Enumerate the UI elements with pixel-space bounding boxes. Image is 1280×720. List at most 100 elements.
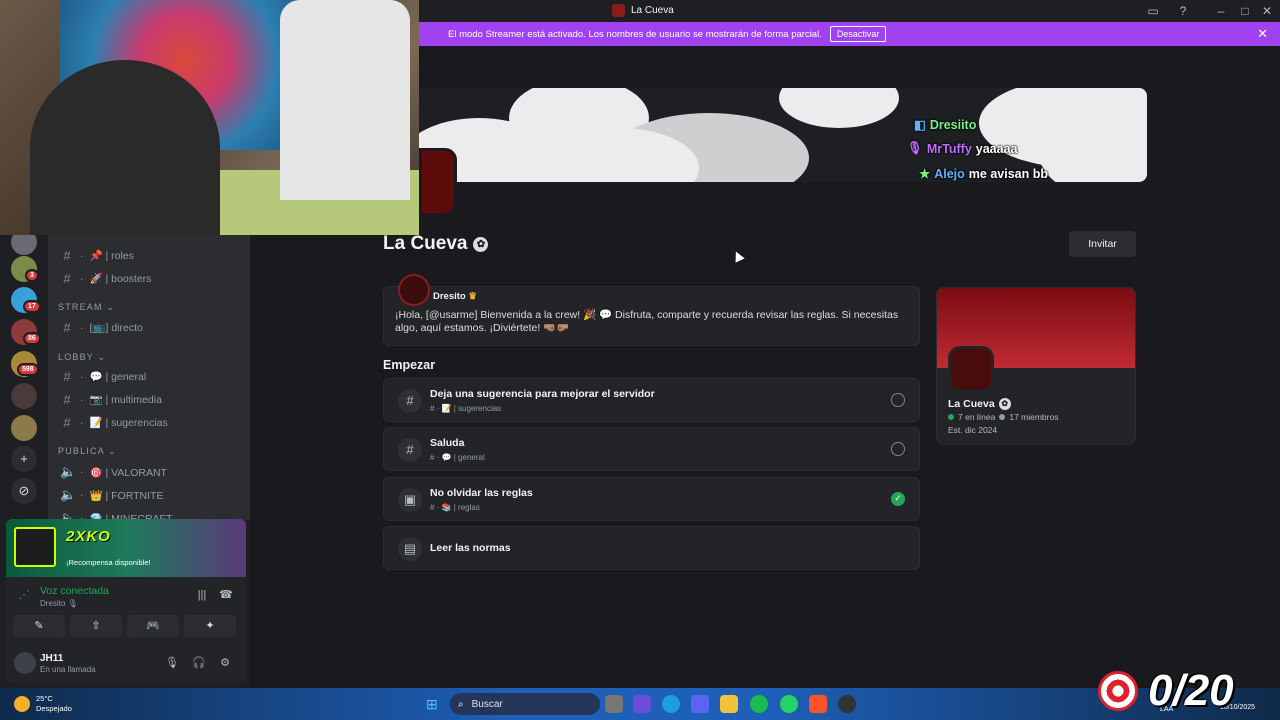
mention-badge: 17 bbox=[23, 300, 41, 313]
voice-channel-user: Dresito 🎙 bbox=[40, 599, 78, 608]
hash-icon: # bbox=[63, 415, 71, 430]
hash-icon: # bbox=[63, 320, 71, 335]
help-icon[interactable]: ? bbox=[1175, 3, 1191, 19]
taskbar-search[interactable]: ⌕ Buscar bbox=[450, 693, 600, 715]
channel-sugerencias[interactable]: # · 📝 | sugerencias bbox=[60, 415, 167, 430]
windows-taskbar: 25°C Despejado ⊞ ⌕ Buscar LAA 10/10/2025 bbox=[0, 688, 1280, 720]
camera-toggle-button[interactable]: ✎ bbox=[13, 615, 65, 637]
voice-status[interactable]: Voz conectada bbox=[40, 585, 109, 597]
minimize-icon[interactable]: – bbox=[1213, 3, 1229, 19]
avatar[interactable] bbox=[14, 652, 36, 674]
server-icon[interactable] bbox=[11, 415, 37, 441]
server-title: La Cueva ✿ bbox=[383, 233, 489, 255]
copilot-icon[interactable] bbox=[633, 695, 651, 713]
activities-button[interactable]: 🎮 bbox=[127, 615, 179, 637]
voice-channel-fortnite[interactable]: 🔈 · 👑 | FORTNITE bbox=[60, 487, 163, 503]
server-logo-icon bbox=[612, 4, 625, 17]
file-explorer-icon[interactable] bbox=[720, 695, 738, 713]
start-heading: Empezar bbox=[383, 358, 436, 372]
book-icon: ▤ bbox=[398, 537, 422, 561]
members-dot-icon bbox=[999, 414, 1006, 420]
maximize-icon[interactable]: □ bbox=[1237, 3, 1253, 19]
server-avatar bbox=[419, 148, 457, 216]
streamer-mode-banner: El modo Streamer está activado. Los nomb… bbox=[419, 22, 1280, 46]
invite-button[interactable]: Invitar bbox=[1069, 231, 1136, 257]
spotify-icon[interactable] bbox=[750, 695, 768, 713]
edge-icon[interactable] bbox=[662, 695, 680, 713]
disable-streamer-button[interactable]: Desactivar bbox=[829, 26, 887, 42]
chat-line: 🎙 MrTuffy yaaaaa bbox=[907, 141, 1018, 156]
target-icon bbox=[1098, 671, 1138, 711]
search-icon: ⌕ bbox=[458, 698, 464, 710]
welcome-author: Dresito ♛ bbox=[433, 291, 477, 302]
task-rules[interactable]: ▣ No olvidar las reglas # · 📚 | reglas ✓ bbox=[383, 477, 920, 521]
speaker-icon: 🔈 bbox=[60, 464, 77, 479]
hash-icon: # bbox=[63, 369, 71, 384]
category-lobby[interactable]: LOBBY ⌄ bbox=[58, 352, 106, 363]
task-complete-icon: ✓ bbox=[891, 492, 905, 506]
channel-general[interactable]: # · 💬 | general bbox=[60, 369, 146, 384]
server-icon[interactable] bbox=[11, 383, 37, 409]
task-suggestion[interactable]: # Deja una sugerencia para mejorar el se… bbox=[383, 378, 920, 422]
channel-roles[interactable]: # · 📌 | roles bbox=[60, 248, 134, 263]
task-checkbox bbox=[891, 442, 905, 456]
sun-icon bbox=[14, 696, 30, 712]
mention-badge: 598 bbox=[17, 363, 39, 376]
voice-panel: 2XKO ¡Recompensa disponible! ⋰ Voz conec… bbox=[6, 519, 246, 683]
mention-badge: 86 bbox=[23, 332, 41, 345]
hash-icon: # bbox=[63, 271, 71, 286]
task-checkbox bbox=[891, 393, 905, 407]
task-view-icon[interactable] bbox=[605, 695, 623, 713]
hash-icon: # bbox=[398, 389, 422, 413]
reward-promo[interactable]: 2XKO ¡Recompensa disponible! bbox=[6, 519, 246, 577]
rules-icon: ▣ bbox=[398, 488, 422, 512]
server-banner: ◧ Dresiito 🎙 MrTuffy yaaaaa ★ Alejo me avis… bbox=[419, 88, 1147, 182]
channel-multimedia[interactable]: # · 📷 | multimedia bbox=[60, 392, 162, 407]
steam-icon[interactable] bbox=[838, 695, 856, 713]
connection-icon: ⋰ bbox=[18, 589, 30, 601]
discord-icon[interactable] bbox=[691, 695, 709, 713]
close-banner-icon[interactable]: ✕ bbox=[1257, 26, 1268, 42]
verified-badge-icon: ✿ bbox=[473, 236, 489, 252]
chat-line: ★ Alejo me avisan bb bbox=[919, 166, 1048, 182]
speaker-icon: 🔈 bbox=[60, 487, 77, 502]
task-greet[interactable]: # Saluda # · 💬 | general bbox=[383, 427, 920, 471]
verified-badge-icon: ✿ bbox=[998, 398, 1011, 410]
streamer-mode-message: El modo Streamer está activado. Los nomb… bbox=[448, 28, 822, 40]
brave-icon[interactable] bbox=[809, 695, 827, 713]
add-server-icon[interactable]: + bbox=[11, 446, 37, 472]
soundboard-button[interactable]: ✦ bbox=[184, 615, 236, 637]
close-window-icon[interactable]: ✕ bbox=[1259, 3, 1275, 19]
online-dot-icon bbox=[948, 414, 954, 420]
category-publica[interactable]: PUBLICA ⌄ bbox=[58, 446, 117, 457]
server-card-avatar bbox=[948, 346, 994, 392]
channel-boosters[interactable]: # · 🚀 | boosters bbox=[60, 271, 151, 286]
channel-list: # · 📌 | roles # · 🚀 | boosters STREAM ⌄ # · [📺… bbox=[48, 235, 250, 520]
weather-widget[interactable]: 25°C Despejado bbox=[14, 694, 72, 714]
webcam-overlay bbox=[0, 0, 419, 235]
promo-logo bbox=[14, 527, 56, 567]
disconnect-icon[interactable]: ☎ bbox=[218, 587, 234, 603]
whatsapp-icon[interactable] bbox=[780, 695, 798, 713]
category-stream[interactable]: STREAM ⌄ bbox=[58, 302, 115, 313]
channel-directo[interactable]: # · [📺] directo bbox=[60, 320, 142, 335]
hash-icon: # bbox=[63, 248, 71, 263]
discover-icon[interactable]: ⊘ bbox=[11, 478, 37, 504]
voice-channel-valorant[interactable]: 🔈 · 🎯 | VALORANT bbox=[60, 464, 167, 480]
stream-goal-overlay: 0/20 bbox=[1098, 665, 1273, 717]
screen-share-button[interactable]: ⇧ bbox=[70, 615, 122, 637]
headphones-icon[interactable]: 🎧 bbox=[191, 655, 207, 671]
hash-icon: # bbox=[63, 392, 71, 407]
user-panel: JH11 En una llamada 🎙 🎧 ⚙ bbox=[6, 643, 246, 683]
task-read-rules[interactable]: ▤ Leer las normas bbox=[383, 526, 920, 570]
window-title: La Cueva bbox=[612, 4, 674, 17]
chat-line: ◧ Dresiito bbox=[914, 117, 977, 133]
inbox-icon[interactable]: ▭ bbox=[1145, 3, 1161, 19]
hash-icon: # bbox=[398, 438, 422, 462]
noise-suppression-icon[interactable]: ||| bbox=[194, 587, 210, 603]
welcome-message: ¡Hola, [@usarme] Bienvenida a la crew! 🎉… bbox=[395, 309, 899, 334]
server-info-card[interactable]: La Cueva ✿ 7 en línea 17 miembros Est. d… bbox=[936, 287, 1136, 445]
start-button[interactable]: ⊞ bbox=[426, 696, 442, 712]
settings-gear-icon[interactable]: ⚙ bbox=[217, 655, 233, 671]
microphone-icon[interactable]: 🎙 bbox=[164, 655, 180, 671]
